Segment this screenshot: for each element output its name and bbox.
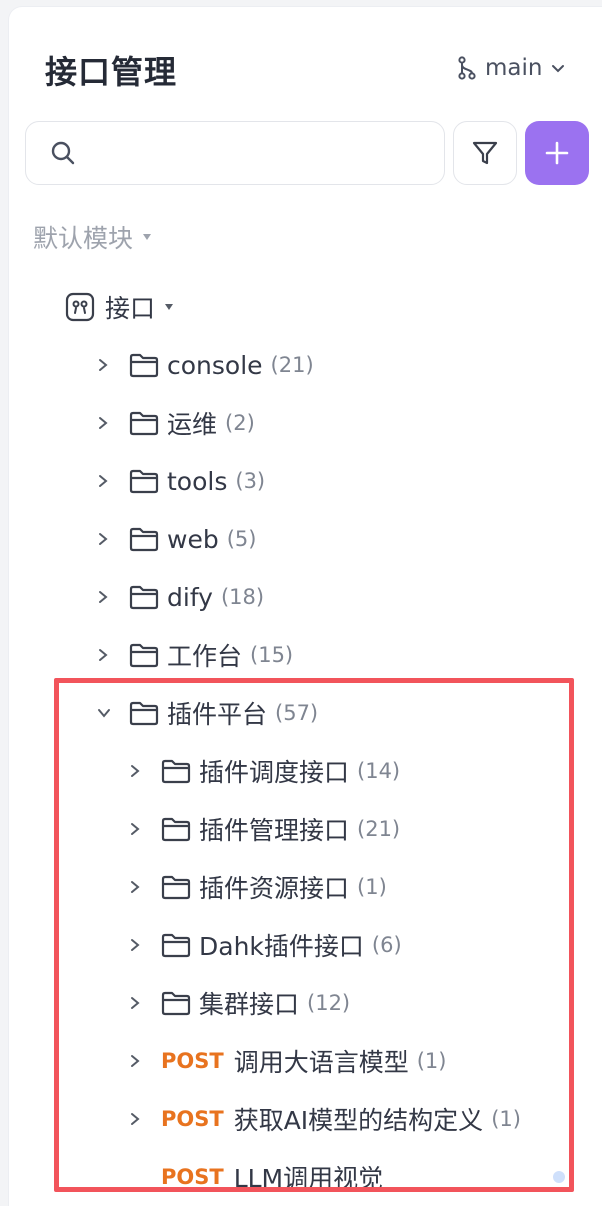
- folder-count: (18): [220, 585, 265, 609]
- chevron-down-icon: [552, 65, 565, 73]
- search-input[interactable]: [76, 122, 444, 184]
- folder-count: (2): [225, 411, 255, 435]
- chevron-right-icon: [97, 590, 123, 604]
- chevron-right-icon: [97, 358, 123, 372]
- folder-label: 插件平台: [167, 700, 268, 729]
- api-management-panel: 接口管理 main 默认模块 接口 console (21) 运维 (2) to…: [8, 6, 602, 1206]
- api-label: LLM调用视觉: [233, 1164, 384, 1193]
- status-dot: [553, 1171, 565, 1183]
- api-label: 调用大语言模型: [233, 1048, 409, 1077]
- folder-label: 插件调度接口: [199, 758, 350, 787]
- folder-label: 插件资源接口: [199, 874, 350, 903]
- folder-plugin-dispatch[interactable]: 插件调度接口 (14): [129, 751, 400, 791]
- folder-count: (15): [250, 643, 294, 667]
- folder-label: 工作台: [167, 642, 243, 671]
- folder-count: (21): [357, 817, 401, 841]
- folder-console[interactable]: console (21): [97, 345, 314, 385]
- folder-web[interactable]: web (5): [97, 519, 256, 559]
- module-label: 默认模块: [33, 224, 134, 253]
- folder-label: 集群接口: [199, 990, 300, 1019]
- add-button[interactable]: [525, 121, 589, 185]
- chevron-right-icon: [129, 1112, 155, 1126]
- plus-icon: [545, 141, 569, 165]
- chevron-right-icon: [129, 880, 155, 894]
- chevron-right-icon: [129, 938, 155, 952]
- module-selector[interactable]: 默认模块: [33, 217, 152, 257]
- folder-label: Dahk插件接口: [199, 932, 364, 961]
- api-root-label: 接口: [105, 294, 156, 323]
- folder-label: tools: [167, 466, 228, 496]
- filter-button[interactable]: [453, 121, 517, 185]
- chevron-right-icon: [97, 532, 123, 546]
- folder-icon: [129, 585, 159, 610]
- folder-label: 运维: [167, 410, 218, 439]
- folder-plugin-platform[interactable]: 插件平台 (57): [97, 693, 318, 733]
- git-branch-icon: [458, 56, 476, 80]
- api-label: 获取AI模型的结构定义: [233, 1106, 484, 1135]
- folder-plugin-resource[interactable]: 插件资源接口 (1): [129, 867, 387, 907]
- chevron-right-icon: [129, 822, 155, 836]
- api-icon: [65, 292, 95, 322]
- filter-icon: [472, 141, 498, 165]
- api-count: (1): [491, 1107, 521, 1131]
- chevron-right-icon: [97, 416, 123, 430]
- folder-tools[interactable]: tools (3): [97, 461, 265, 501]
- folder-ops[interactable]: 运维 (2): [97, 403, 255, 443]
- caret-down-icon: [165, 304, 174, 310]
- folder-icon: [161, 933, 191, 958]
- search-icon: [51, 141, 75, 165]
- folder-label: 插件管理接口: [199, 816, 350, 845]
- api-item-model-schema[interactable]: POST 获取AI模型的结构定义 (1): [129, 1099, 521, 1139]
- folder-workbench[interactable]: 工作台 (15): [97, 635, 293, 675]
- api-count: (1): [416, 1049, 447, 1073]
- http-method-badge: POST: [161, 1165, 224, 1189]
- folder-icon: [129, 643, 159, 668]
- folder-count: (14): [357, 759, 401, 783]
- folder-icon: [129, 411, 159, 436]
- folder-dahk-plugin[interactable]: Dahk插件接口 (6): [129, 925, 402, 965]
- chevron-right-icon: [97, 648, 123, 662]
- branch-name: main: [485, 55, 543, 81]
- folder-dify[interactable]: dify (18): [97, 577, 264, 617]
- folder-count: (57): [275, 701, 319, 725]
- http-method-badge: POST: [161, 1049, 224, 1073]
- folder-icon: [161, 991, 191, 1016]
- folder-icon: [161, 817, 191, 842]
- folder-icon: [129, 469, 159, 494]
- caret-down-icon: [143, 234, 152, 240]
- chevron-right-icon: [129, 996, 155, 1010]
- api-root-node[interactable]: 接口: [65, 287, 174, 327]
- chevron-right-icon: [129, 764, 155, 778]
- search-box[interactable]: [25, 121, 445, 185]
- folder-count: (3): [235, 469, 266, 493]
- folder-label: dify: [167, 582, 213, 612]
- folder-open-icon: [129, 701, 159, 726]
- folder-label: web: [167, 524, 219, 554]
- folder-label: console: [167, 350, 263, 380]
- api-item-llm-vision[interactable]: POST LLM调用视觉: [155, 1157, 383, 1197]
- folder-count: (12): [307, 991, 351, 1015]
- folder-count: (1): [357, 875, 387, 899]
- api-item-llm-call[interactable]: POST 调用大语言模型 (1): [129, 1041, 446, 1081]
- folder-icon: [161, 759, 191, 784]
- folder-cluster[interactable]: 集群接口 (12): [129, 983, 350, 1023]
- folder-count: (6): [371, 933, 402, 957]
- folder-icon: [129, 527, 159, 552]
- folder-count: (21): [270, 353, 314, 377]
- branch-selector[interactable]: main: [457, 53, 566, 83]
- http-method-badge: POST: [161, 1107, 224, 1131]
- folder-icon: [161, 875, 191, 900]
- folder-icon: [129, 353, 159, 378]
- folder-count: (5): [226, 527, 257, 551]
- chevron-down-icon: [97, 707, 123, 719]
- folder-plugin-manage[interactable]: 插件管理接口 (21): [129, 809, 400, 849]
- chevron-right-icon: [129, 1054, 155, 1068]
- page-title: 接口管理: [45, 53, 178, 91]
- chevron-right-icon: [97, 474, 123, 488]
